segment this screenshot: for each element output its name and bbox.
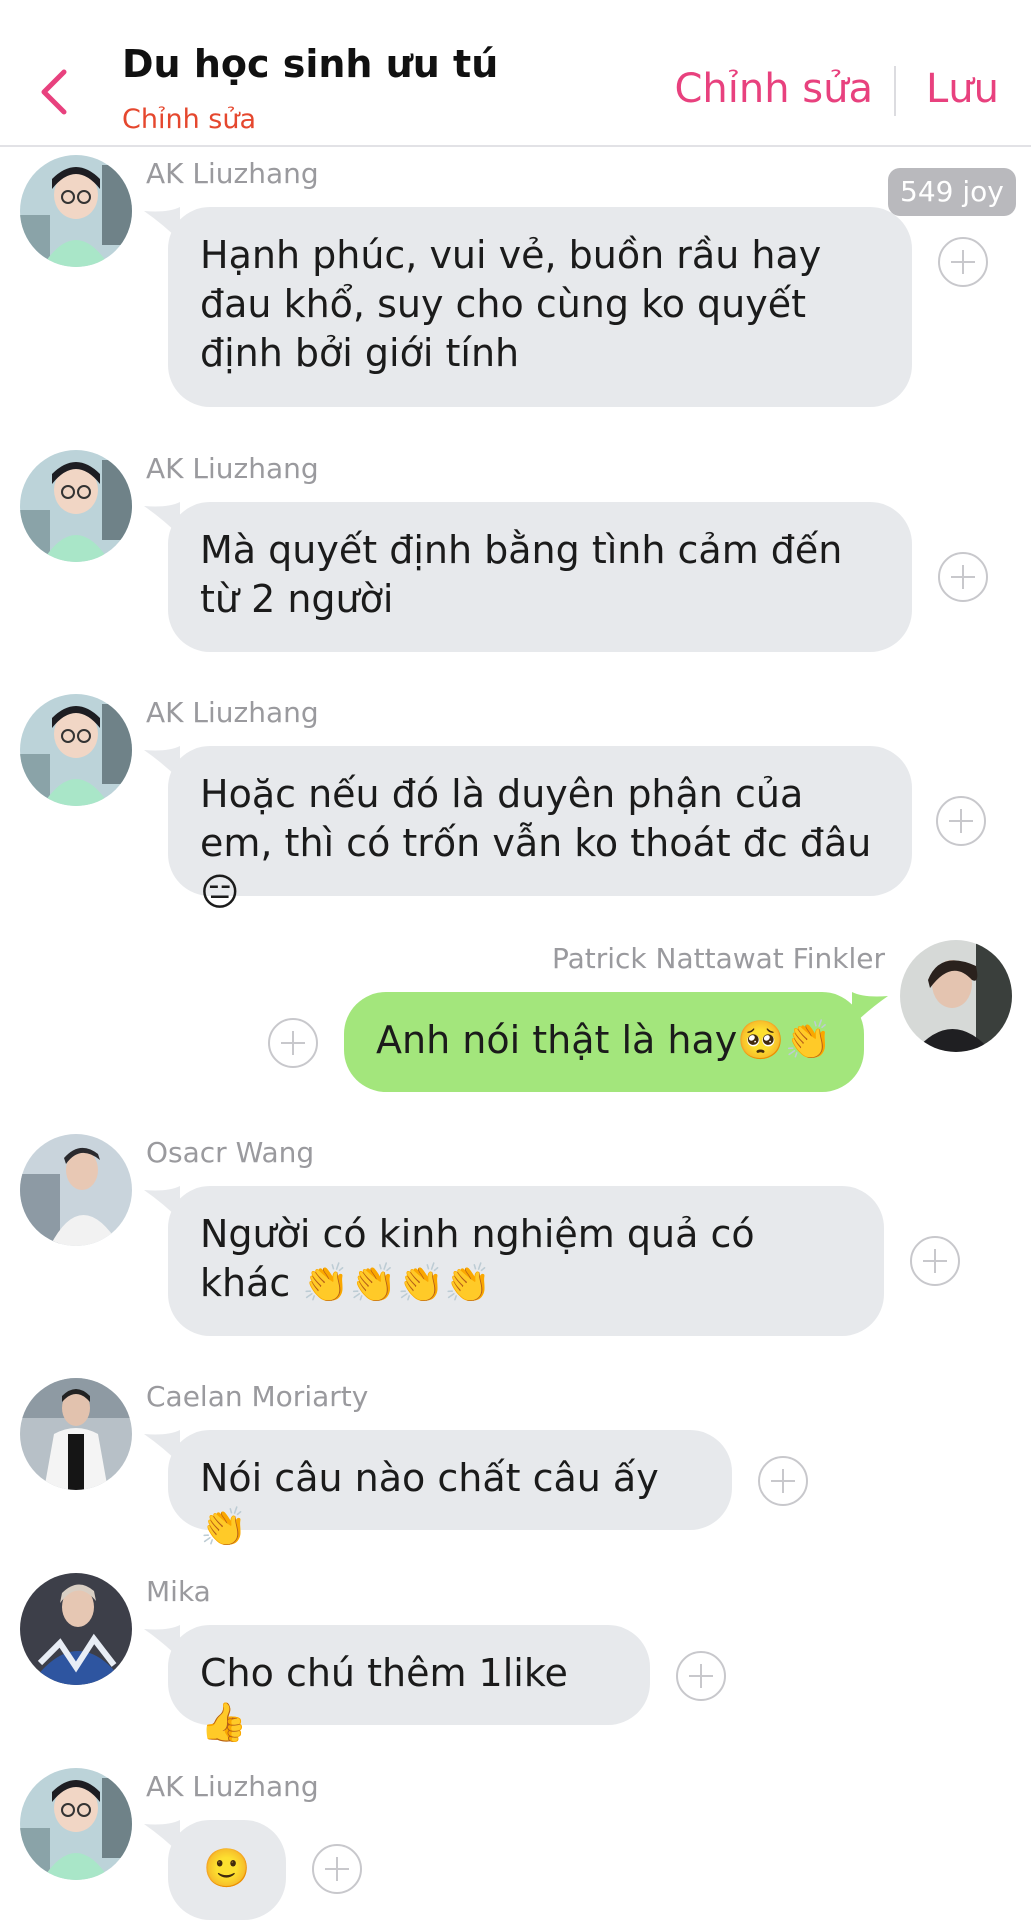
message-item: Osacr Wang Người có kinh nghiệm quả có k… xyxy=(0,1134,1031,1344)
avatar-mika[interactable] xyxy=(20,1573,132,1685)
message-bubble[interactable]: Người có kinh nghiệm quả có khác 👏👏👏👏 xyxy=(168,1186,884,1336)
message-item: AK Liuzhang 🙂 xyxy=(0,1768,1031,1920)
message-bubble[interactable]: Anh nói thật là hay🥺👏 xyxy=(344,992,864,1092)
edit-button[interactable]: Chỉnh sửa xyxy=(674,66,873,112)
message-bubble[interactable]: 🙂 xyxy=(168,1820,286,1920)
add-reaction-icon[interactable] xyxy=(910,1236,960,1286)
message-item: Patrick Nattawat Finkler Anh nói thật là… xyxy=(0,940,1031,1100)
message-item: Caelan Moriarty Nói câu nào chất câu ấy👏 xyxy=(0,1378,1031,1549)
add-reaction-icon[interactable] xyxy=(938,237,988,287)
sender-name: AK Liuzhang xyxy=(146,157,319,190)
avatar-ak-liuzhang[interactable] xyxy=(20,694,132,806)
message-bubble[interactable]: Hoặc nếu đó là duyên phận của em, thì có… xyxy=(168,746,912,914)
add-reaction-icon[interactable] xyxy=(268,1018,318,1068)
add-reaction-icon[interactable] xyxy=(676,1651,726,1701)
sender-name: AK Liuzhang xyxy=(146,452,319,485)
chat-title: Du học sinh ưu tú xyxy=(122,42,499,86)
sender-name: Osacr Wang xyxy=(146,1136,315,1169)
add-reaction-icon[interactable] xyxy=(758,1456,808,1506)
save-button[interactable]: Lưu xyxy=(926,66,999,112)
message-item: AK Liuzhang Hoặc nếu đó là duyên phận củ… xyxy=(0,694,1031,914)
sender-name: Patrick Nattawat Finkler xyxy=(551,942,885,975)
chat-subtitle[interactable]: Chỉnh sửa xyxy=(122,104,256,135)
avatar-caelan-moriarty[interactable] xyxy=(20,1378,132,1490)
message-bubble[interactable]: Nói câu nào chất câu ấy👏 xyxy=(168,1430,732,1549)
message-item: AK Liuzhang Hạnh phúc, vui vẻ, buồn rầu … xyxy=(0,155,1031,415)
sender-name: AK Liuzhang xyxy=(146,696,319,729)
message-bubble[interactable]: Cho chú thêm 1like 👍 xyxy=(168,1625,650,1744)
message-bubble[interactable]: Hạnh phúc, vui vẻ, buồn rầu hay đau khổ,… xyxy=(168,207,912,407)
sender-name: AK Liuzhang xyxy=(146,1770,319,1803)
avatar-osacr-wang[interactable] xyxy=(20,1134,132,1246)
message-item: Mika Cho chú thêm 1like 👍 xyxy=(0,1573,1031,1744)
sender-name: Caelan Moriarty xyxy=(146,1380,369,1413)
header-divider xyxy=(894,66,896,116)
add-reaction-icon[interactable] xyxy=(312,1844,362,1894)
avatar-ak-liuzhang[interactable] xyxy=(20,155,132,267)
avatar-ak-liuzhang[interactable] xyxy=(20,1768,132,1880)
message-bubble[interactable]: Mà quyết định bằng tình cảm đến từ 2 ngư… xyxy=(168,502,912,652)
back-chevron-icon[interactable] xyxy=(36,66,76,118)
avatar-ak-liuzhang[interactable] xyxy=(20,450,132,562)
message-item: AK Liuzhang Mà quyết định bằng tình cảm … xyxy=(0,450,1031,660)
add-reaction-icon[interactable] xyxy=(936,796,986,846)
joy-badge: 549 joy xyxy=(888,168,1016,216)
avatar-patrick-nattawat-finkler[interactable] xyxy=(900,940,1012,1052)
sender-name: Mika xyxy=(146,1575,211,1608)
add-reaction-icon[interactable] xyxy=(938,552,988,602)
chat-header: Du học sinh ưu tú Chỉnh sửa Chỉnh sửa Lư… xyxy=(0,0,1031,147)
